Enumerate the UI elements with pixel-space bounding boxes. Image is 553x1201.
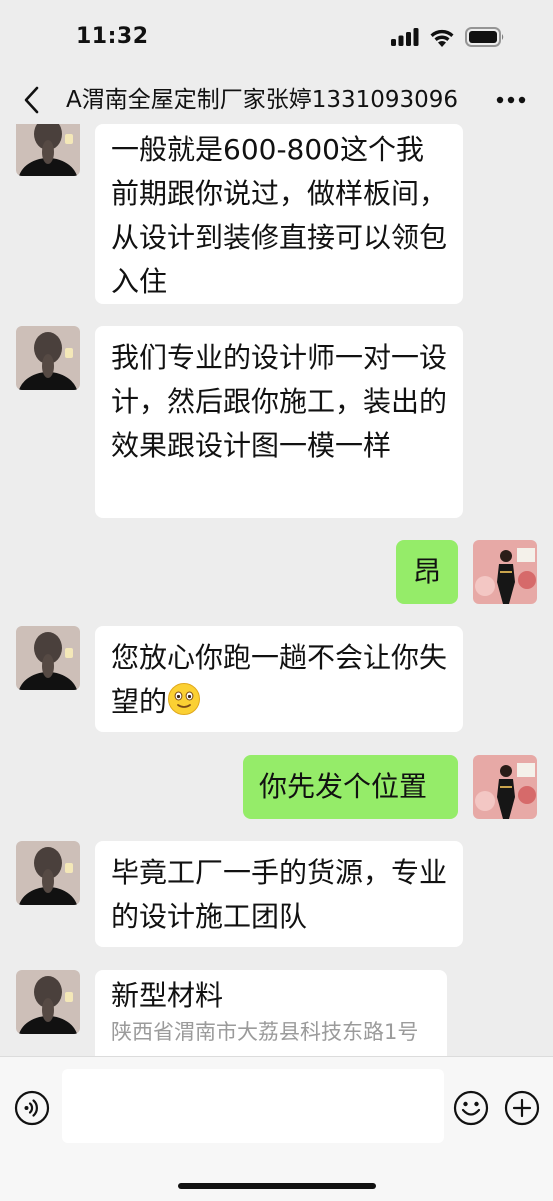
chevron-left-icon xyxy=(24,86,39,114)
self-avatar[interactable] xyxy=(473,540,537,604)
back-button[interactable] xyxy=(16,82,46,118)
message-text: 一般就是600-800这个我前期跟你说过，做样板间，从设计到装修直接可以领包入住 xyxy=(111,133,448,298)
smiling-face-emoji-icon xyxy=(168,683,201,715)
battery-icon xyxy=(465,27,504,47)
message-bubble[interactable]: 昂 xyxy=(396,540,458,604)
more-options-button[interactable] xyxy=(491,84,531,116)
emoji-button[interactable] xyxy=(453,1090,489,1126)
status-time: 11:32 xyxy=(76,24,149,49)
contact-avatar[interactable] xyxy=(16,124,80,176)
cellular-signal-icon xyxy=(391,28,419,46)
self-avatar-icon xyxy=(473,540,537,604)
message-text: 您放心你跑一趟不会让你失望的 xyxy=(111,641,448,718)
location-message-bubble[interactable]: 新型材料 陕西省渭南市大荔县科技东路1号 xyxy=(95,970,447,1056)
woman-back-avatar-icon xyxy=(16,626,80,690)
input-bar xyxy=(0,1056,553,1201)
voice-input-button[interactable] xyxy=(14,1090,50,1126)
home-indicator[interactable] xyxy=(178,1183,376,1189)
more-functions-button[interactable] xyxy=(504,1090,540,1126)
woman-back-avatar-icon xyxy=(16,326,80,390)
contact-avatar[interactable] xyxy=(16,970,80,1034)
contact-avatar[interactable] xyxy=(16,841,80,905)
status-bar: 11:32 xyxy=(0,0,553,76)
location-title: 新型材料 xyxy=(111,979,224,1012)
voice-icon xyxy=(14,1090,50,1126)
self-avatar-icon xyxy=(473,755,537,819)
chat-messages[interactable]: 一般就是600-800这个我前期跟你说过，做样板间，从设计到装修直接可以领包入住… xyxy=(0,124,553,1056)
message-bubble[interactable]: 一般就是600-800这个我前期跟你说过，做样板间，从设计到装修直接可以领包入住 xyxy=(95,124,463,304)
woman-back-avatar-icon xyxy=(16,970,80,1034)
woman-back-avatar-icon xyxy=(16,124,80,176)
self-avatar[interactable] xyxy=(473,755,537,819)
message-input[interactable] xyxy=(62,1069,444,1143)
message-bubble[interactable]: 毕竟工厂一手的货源，专业的设计施工团队 xyxy=(95,841,463,947)
location-address: 陕西省渭南市大荔县科技东路1号 xyxy=(111,1020,419,1044)
wifi-icon xyxy=(430,29,454,47)
message-bubble[interactable]: 您放心你跑一趟不会让你失望的 xyxy=(95,626,463,732)
message-text: 我们专业的设计师一对一设计，然后跟你施工，装出的效果跟设计图一模一样 xyxy=(111,341,448,462)
message-text: 昂 xyxy=(412,555,441,588)
woman-back-avatar-icon xyxy=(16,841,80,905)
message-text: 你先发个位置 xyxy=(259,770,428,803)
message-bubble[interactable]: 我们专业的设计师一对一设计，然后跟你施工，装出的效果跟设计图一模一样 xyxy=(95,326,463,518)
more-dots-icon xyxy=(496,96,526,104)
plus-circle-icon xyxy=(504,1090,540,1126)
chat-header: A渭南全屋定制厂家张婷1331093096 xyxy=(0,76,553,124)
status-icons xyxy=(391,27,505,47)
message-text: 毕竟工厂一手的货源，专业的设计施工团队 xyxy=(111,856,448,933)
contact-avatar[interactable] xyxy=(16,626,80,690)
contact-avatar[interactable] xyxy=(16,326,80,390)
smiley-icon xyxy=(453,1090,489,1126)
chat-title: A渭南全屋定制厂家张婷1331093096 xyxy=(66,87,459,113)
message-bubble[interactable]: 你先发个位置 xyxy=(243,755,458,819)
